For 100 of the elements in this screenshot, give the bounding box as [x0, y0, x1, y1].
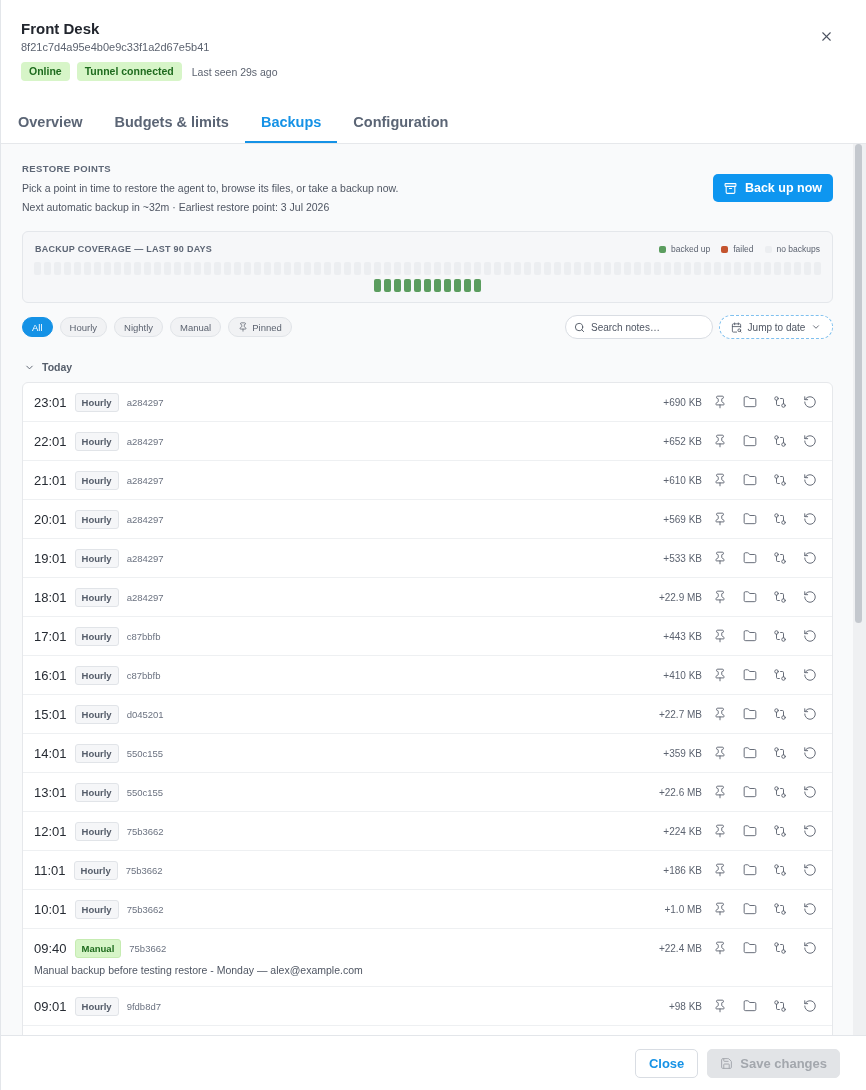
backup-time: 17:01 — [34, 628, 67, 644]
last-seen-text: Last seen 29s ago — [191, 65, 278, 78]
group-header[interactable]: Today — [22, 357, 73, 377]
compare-icon[interactable] — [773, 434, 787, 448]
pin-icon[interactable] — [713, 863, 727, 877]
folder-icon[interactable] — [743, 941, 757, 955]
compare-icon[interactable] — [773, 551, 787, 565]
compare-icon[interactable] — [773, 590, 787, 604]
compare-icon[interactable] — [773, 629, 787, 643]
size-delta: +186 KB — [663, 864, 702, 876]
pin-icon[interactable] — [713, 473, 727, 487]
commit-hash: d045201 — [126, 708, 165, 720]
commit-hash: 550c155 — [126, 786, 165, 798]
compare-icon[interactable] — [773, 999, 787, 1013]
backup-type-tag: Manual — [74, 938, 122, 958]
size-delta: +359 KB — [663, 747, 702, 759]
pin-icon[interactable] — [713, 902, 727, 916]
restore-icon[interactable] — [803, 551, 817, 565]
commit-hash: a284297 — [126, 513, 165, 525]
backup-type-tag: Hourly — [74, 431, 119, 451]
filter-chip[interactable]: All — [22, 317, 53, 337]
search-field[interactable]: Search notes… — [565, 315, 713, 339]
folder-icon[interactable] — [743, 668, 757, 682]
compare-icon[interactable] — [773, 824, 787, 838]
backup-type-tag: Hourly — [74, 899, 119, 919]
filter-chip[interactable]: Nightly — [114, 317, 164, 337]
restore-icon[interactable] — [803, 746, 817, 760]
pin-icon[interactable] — [713, 746, 727, 760]
pin-icon[interactable] — [713, 999, 727, 1013]
folder-icon[interactable] — [743, 824, 757, 838]
pin-icon[interactable] — [713, 629, 727, 643]
compare-icon[interactable] — [773, 746, 787, 760]
pin-icon[interactable] — [713, 395, 727, 409]
folder-icon[interactable] — [743, 551, 757, 565]
backup-type-tag: Hourly — [74, 782, 119, 802]
folder-icon[interactable] — [743, 785, 757, 799]
restore-icon[interactable] — [803, 902, 817, 916]
restore-icon[interactable] — [803, 824, 817, 838]
pin-icon[interactable] — [713, 824, 727, 838]
folder-icon[interactable] — [743, 590, 757, 604]
filter-chip[interactable]: Hourly — [59, 317, 107, 337]
folder-icon[interactable] — [743, 863, 757, 877]
commit-hash: 75b3662 — [125, 864, 164, 876]
backup-time: 10:01 — [34, 901, 67, 917]
restore-icon[interactable] — [803, 434, 817, 448]
pin-icon[interactable] — [713, 551, 727, 565]
close-icon[interactable] — [819, 29, 834, 44]
back-up-now-button[interactable]: Back up now — [712, 174, 833, 202]
folder-icon[interactable] — [743, 707, 757, 721]
commit-hash: a284297 — [126, 552, 165, 564]
compare-icon[interactable] — [773, 512, 787, 526]
backup-time: 23:01 — [34, 394, 67, 410]
compare-icon[interactable] — [773, 941, 787, 955]
pin-icon[interactable] — [713, 668, 727, 682]
scrollbar-thumb[interactable] — [855, 144, 862, 623]
jump-to-date-button[interactable]: Jump to date — [719, 315, 833, 339]
folder-icon[interactable] — [743, 629, 757, 643]
restore-icon[interactable] — [803, 707, 817, 721]
tab[interactable]: Configuration — [337, 103, 465, 143]
commit-hash: 9fdb8d7 — [126, 1000, 162, 1012]
close-button[interactable]: Close — [634, 1048, 699, 1078]
compare-icon[interactable] — [773, 395, 787, 409]
size-delta: +690 KB — [663, 396, 702, 408]
folder-icon[interactable] — [743, 395, 757, 409]
restore-icon[interactable] — [803, 629, 817, 643]
restore-icon[interactable] — [803, 512, 817, 526]
pin-icon[interactable] — [713, 590, 727, 604]
folder-icon[interactable] — [743, 902, 757, 916]
restore-icon[interactable] — [803, 941, 817, 955]
compare-icon[interactable] — [773, 668, 787, 682]
filter-chip[interactable]: Pinned — [228, 317, 292, 337]
commit-hash: a284297 — [126, 396, 165, 408]
backup-time: 22:01 — [34, 433, 67, 449]
compare-icon[interactable] — [773, 863, 787, 877]
commit-hash: 75b3662 — [126, 825, 165, 837]
compare-icon[interactable] — [773, 707, 787, 721]
folder-icon[interactable] — [743, 512, 757, 526]
pin-icon[interactable] — [713, 434, 727, 448]
tab[interactable]: Budgets & limits — [98, 103, 245, 143]
compare-icon[interactable] — [773, 785, 787, 799]
restore-icon[interactable] — [803, 785, 817, 799]
restore-icon[interactable] — [803, 590, 817, 604]
compare-icon[interactable] — [773, 473, 787, 487]
restore-icon[interactable] — [803, 863, 817, 877]
pin-icon[interactable] — [713, 941, 727, 955]
tab[interactable]: Overview — [2, 103, 99, 143]
save-icon — [720, 1056, 734, 1070]
restore-icon[interactable] — [803, 999, 817, 1013]
folder-icon[interactable] — [743, 473, 757, 487]
restore-icon[interactable] — [803, 473, 817, 487]
folder-icon[interactable] — [743, 746, 757, 760]
folder-icon[interactable] — [743, 434, 757, 448]
pin-icon[interactable] — [713, 785, 727, 799]
restore-icon[interactable] — [803, 668, 817, 682]
filter-chip[interactable]: Manual — [170, 317, 222, 337]
pin-icon[interactable] — [713, 707, 727, 721]
restore-icon[interactable] — [803, 395, 817, 409]
folder-icon[interactable] — [743, 999, 757, 1013]
compare-icon[interactable] — [773, 902, 787, 916]
pin-icon[interactable] — [713, 512, 727, 526]
